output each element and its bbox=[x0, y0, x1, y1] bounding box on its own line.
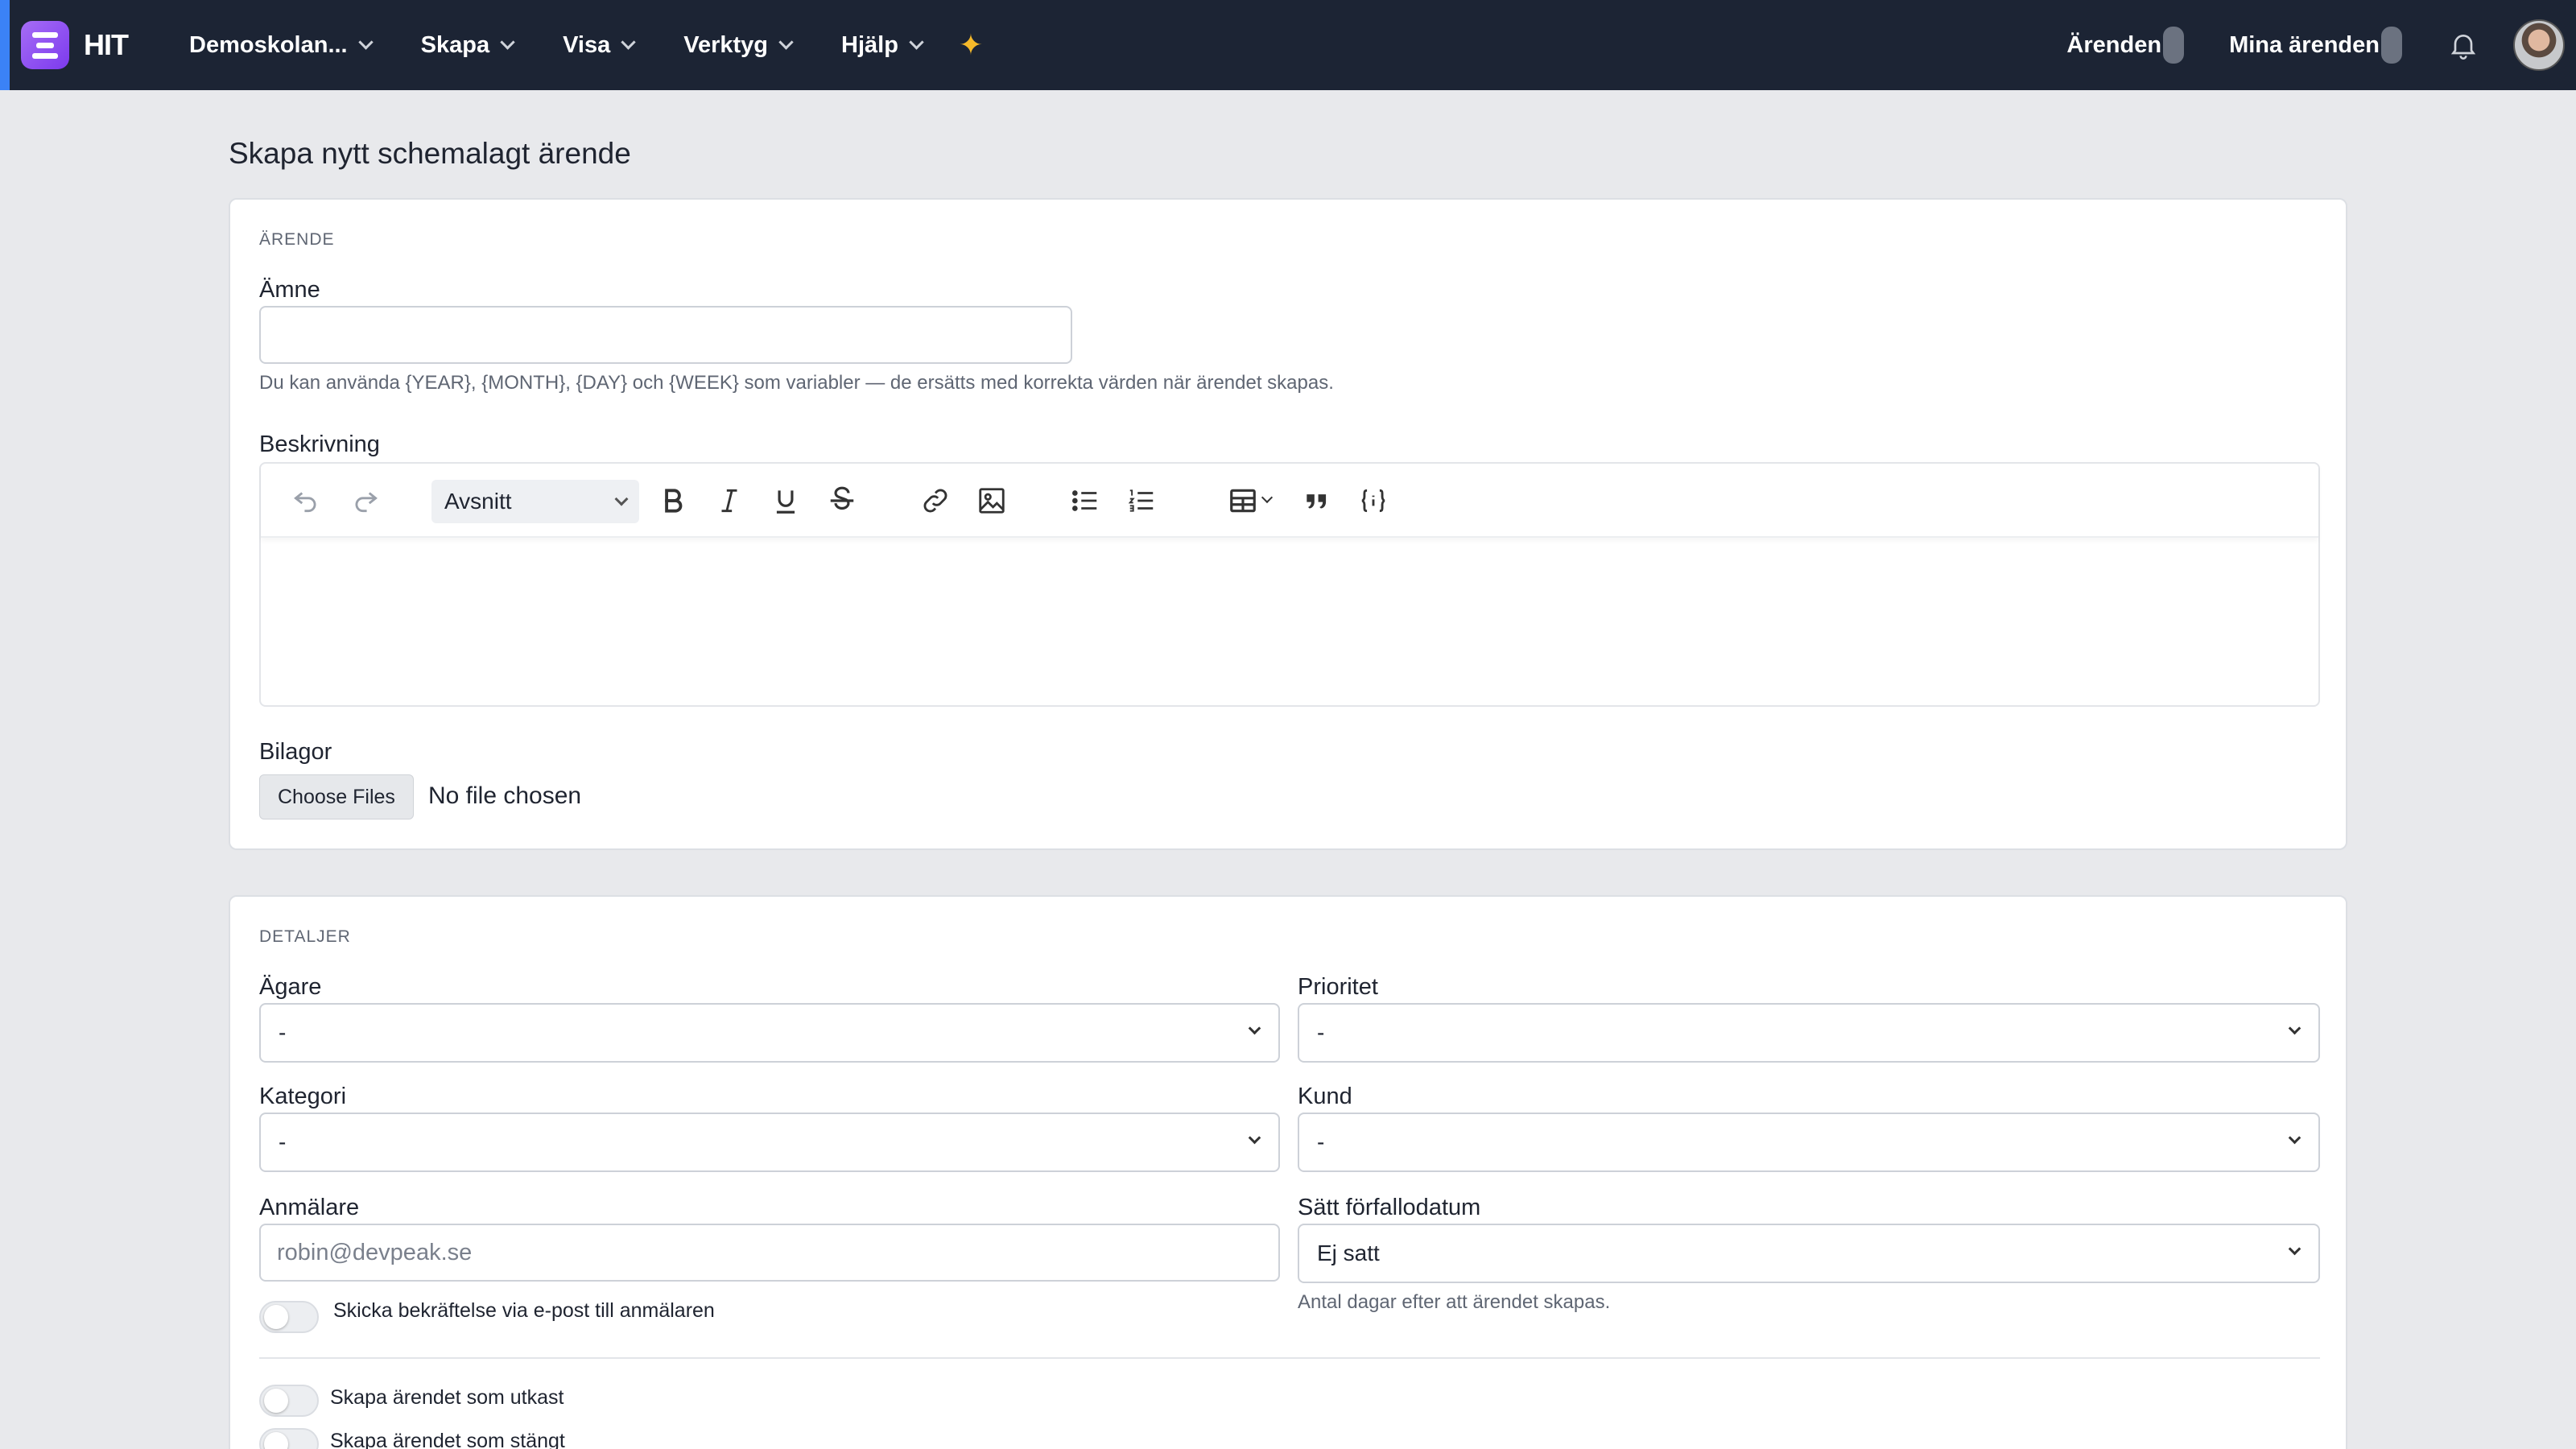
due-date-value: Ej satt bbox=[1317, 1241, 1380, 1265]
table-icon[interactable] bbox=[1216, 483, 1283, 518]
draft-label: Skapa ärendet som utkast bbox=[330, 1386, 564, 1409]
menu-create[interactable]: Skapa bbox=[420, 31, 515, 59]
subject-input[interactable] bbox=[259, 306, 1072, 364]
description-editor: Avsnitt bbox=[259, 462, 2320, 707]
ticket-card: ÄRENDE Ämne Du kan använda {YEAR}, {MONT… bbox=[229, 198, 2347, 850]
top-navbar: HIT Demoskolan... Skapa Visa Verktyg Hjä… bbox=[0, 0, 2576, 90]
draft-toggle[interactable] bbox=[259, 1385, 319, 1417]
page-title: Skapa nytt schemalagt ärende bbox=[229, 137, 631, 170]
chevron-down-icon bbox=[909, 34, 924, 50]
priority-select[interactable]: - bbox=[1298, 1003, 2320, 1063]
italic-icon[interactable] bbox=[712, 483, 747, 518]
paragraph-style-value: Avsnitt bbox=[444, 489, 512, 514]
priority-label: Prioritet bbox=[1298, 974, 1378, 1000]
editor-toolbar: Avsnitt bbox=[261, 464, 2318, 538]
tickets-label: Ärenden bbox=[2066, 31, 2162, 58]
my-tickets-link[interactable]: Mina ärenden bbox=[2229, 27, 2402, 64]
brand-name: HIT bbox=[84, 28, 129, 61]
details-card: DETALJER Ägare - Prioritet - Kategori - … bbox=[229, 895, 2347, 1449]
brand[interactable]: HIT bbox=[21, 21, 129, 69]
confirm-email-label: Skicka bekräftelse via e-post till anmäl… bbox=[333, 1299, 715, 1322]
menu-view[interactable]: Visa bbox=[563, 31, 636, 59]
chevron-down-icon bbox=[2288, 1242, 2301, 1256]
confirm-email-toggle[interactable] bbox=[259, 1301, 319, 1333]
customer-label: Kund bbox=[1298, 1084, 1352, 1109]
section-label-details: DETALJER bbox=[259, 927, 351, 946]
owner-value: - bbox=[279, 1020, 287, 1045]
owner-label: Ägare bbox=[259, 974, 322, 1000]
reporter-input[interactable] bbox=[259, 1224, 1280, 1282]
navbar-right: Ärenden Mina ärenden bbox=[2066, 0, 2576, 90]
priority-value: - bbox=[1317, 1020, 1325, 1045]
section-label-ticket: ÄRENDE bbox=[259, 230, 335, 249]
file-status-text: No file chosen bbox=[428, 782, 582, 809]
chevron-down-icon bbox=[1248, 1131, 1261, 1145]
paragraph-style-select[interactable]: Avsnitt bbox=[431, 480, 639, 523]
strikethrough-icon[interactable] bbox=[824, 483, 860, 518]
menu-view-label: Visa bbox=[563, 31, 611, 58]
sparkle-icon[interactable]: ✦ bbox=[959, 28, 983, 62]
subject-label: Ämne bbox=[259, 277, 320, 303]
chevron-down-icon bbox=[1248, 1022, 1261, 1035]
navbar-accent-strip bbox=[0, 0, 10, 90]
variable-icon[interactable] bbox=[1356, 483, 1391, 518]
tickets-link[interactable]: Ärenden bbox=[2066, 27, 2185, 64]
attachments-label: Bilagor bbox=[259, 739, 332, 765]
chevron-down-icon bbox=[357, 34, 374, 50]
menu-help-label: Hjälp bbox=[841, 31, 898, 58]
menu-tools[interactable]: Verktyg bbox=[683, 31, 794, 59]
customer-value: - bbox=[1317, 1129, 1325, 1154]
tickets-count-badge bbox=[2163, 27, 2185, 64]
my-tickets-label: Mina ärenden bbox=[2229, 31, 2380, 58]
description-label: Beskrivning bbox=[259, 431, 380, 457]
menu-create-label: Skapa bbox=[420, 31, 490, 58]
category-label: Kategori bbox=[259, 1084, 347, 1109]
chevron-down-icon bbox=[621, 34, 636, 50]
chevron-down-icon bbox=[614, 492, 629, 506]
due-date-help-text: Antal dagar efter att ärendet skapas. bbox=[1298, 1291, 1611, 1313]
underline-icon[interactable] bbox=[768, 483, 803, 518]
bullet-list-icon[interactable] bbox=[1067, 483, 1103, 518]
undo-icon[interactable] bbox=[288, 483, 324, 518]
chevron-down-icon bbox=[500, 34, 515, 50]
menu-organization[interactable]: Demoskolan... bbox=[189, 31, 374, 59]
customer-select[interactable]: - bbox=[1298, 1113, 2320, 1172]
avatar[interactable] bbox=[2513, 19, 2565, 71]
subject-help-text: Du kan använda {YEAR}, {MONTH}, {DAY} oc… bbox=[259, 372, 1334, 394]
link-icon[interactable] bbox=[918, 483, 953, 518]
choose-files-button[interactable]: Choose Files bbox=[259, 774, 414, 819]
chevron-down-icon bbox=[2288, 1022, 2301, 1035]
category-select[interactable]: - bbox=[259, 1113, 1280, 1172]
image-icon[interactable] bbox=[974, 483, 1009, 518]
closed-label: Skapa ärendet som stängt bbox=[330, 1430, 565, 1449]
menu-help[interactable]: Hjälp bbox=[841, 31, 924, 59]
app-logo-icon bbox=[21, 21, 69, 69]
chevron-down-icon bbox=[778, 34, 794, 50]
main-menu: Demoskolan... Skapa Visa Verktyg Hjälp ✦ bbox=[189, 28, 983, 62]
quote-icon[interactable] bbox=[1299, 483, 1335, 518]
bold-icon[interactable] bbox=[655, 483, 691, 518]
closed-toggle[interactable] bbox=[259, 1428, 319, 1449]
chevron-down-icon bbox=[2288, 1131, 2301, 1145]
redo-icon[interactable] bbox=[348, 483, 383, 518]
divider bbox=[259, 1357, 2320, 1359]
chevron-down-icon bbox=[1261, 491, 1274, 504]
category-value: - bbox=[279, 1129, 287, 1154]
due-date-label: Sätt förfallodatum bbox=[1298, 1195, 1481, 1220]
owner-select[interactable]: - bbox=[259, 1003, 1280, 1063]
menu-organization-label: Demoskolan... bbox=[189, 31, 348, 58]
menu-tools-label: Verktyg bbox=[683, 31, 769, 58]
due-date-select[interactable]: Ej satt bbox=[1298, 1224, 2320, 1283]
bell-icon[interactable] bbox=[2447, 29, 2479, 61]
my-tickets-count-badge bbox=[2381, 27, 2402, 64]
numbered-list-icon[interactable] bbox=[1124, 483, 1159, 518]
reporter-label: Anmälare bbox=[259, 1195, 360, 1220]
